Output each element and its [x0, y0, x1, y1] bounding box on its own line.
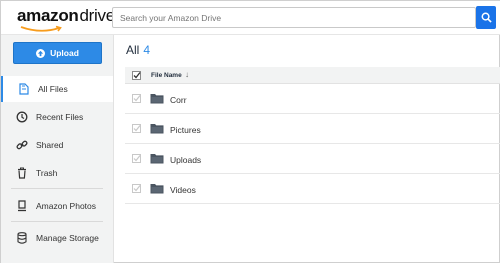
- file-name[interactable]: Uploads: [170, 155, 201, 165]
- file-icon: [18, 83, 30, 95]
- upload-button[interactable]: Upload: [13, 42, 102, 64]
- item-count: 4: [143, 43, 151, 57]
- table-row[interactable]: Pictures: [125, 114, 500, 144]
- logo-amazon-text: amazon: [17, 6, 79, 25]
- table-row[interactable]: Videos: [125, 174, 500, 204]
- row-checkbox[interactable]: [132, 94, 141, 105]
- checkbox-icon: [132, 184, 141, 193]
- sidebar-divider: [11, 188, 103, 189]
- folder-icon: [150, 123, 164, 136]
- amazon-smile-icon: [20, 25, 62, 32]
- checkbox-icon: [132, 71, 141, 80]
- search-icon: [481, 12, 492, 23]
- sidebar-item-recent-files[interactable]: Recent Files: [1, 104, 113, 130]
- upload-label: Upload: [50, 48, 79, 58]
- clock-icon: [16, 111, 28, 123]
- sidebar-item-shared[interactable]: Shared: [1, 132, 113, 158]
- select-all-checkbox[interactable]: [132, 71, 141, 82]
- checkbox-icon: [132, 94, 141, 103]
- search-input[interactable]: [112, 7, 476, 28]
- search-button[interactable]: [476, 6, 496, 29]
- link-icon: [16, 139, 28, 151]
- sidebar-item-label: Amazon Photos: [36, 201, 97, 211]
- logo-drive-text: drive: [79, 6, 116, 25]
- top-bar: amazondrive: [1, 1, 500, 35]
- file-name[interactable]: Pictures: [170, 125, 201, 135]
- sidebar-divider: [11, 221, 103, 222]
- folder-icon: [150, 183, 164, 196]
- sidebar-item-label: All Files: [38, 84, 68, 94]
- sidebar-item-label: Manage Storage: [36, 233, 99, 243]
- sidebar-item-label: Trash: [36, 168, 58, 178]
- folder-icon: [150, 93, 164, 106]
- sidebar-item-all-files[interactable]: All Files: [1, 76, 113, 102]
- page-title-text: All: [126, 43, 140, 57]
- file-name[interactable]: Corr: [170, 95, 187, 105]
- amazon-drive-logo[interactable]: amazondrive: [17, 6, 116, 32]
- checkbox-icon: [132, 154, 141, 163]
- table-row[interactable]: Corr: [125, 84, 500, 114]
- sidebar-item-label: Recent Files: [36, 112, 84, 122]
- table-row[interactable]: Uploads: [125, 144, 500, 174]
- sidebar-item-label: Shared: [36, 140, 64, 150]
- upload-icon: [36, 48, 46, 58]
- file-name[interactable]: Videos: [170, 185, 196, 195]
- row-checkbox[interactable]: [132, 184, 141, 195]
- sidebar-item-amazon-photos[interactable]: Amazon Photos: [1, 193, 113, 219]
- column-header-file-name[interactable]: File Name: [151, 72, 182, 79]
- file-table: File Name ↓ Corr Pictures Uploads Videos: [125, 67, 500, 204]
- folder-icon: [150, 153, 164, 166]
- page-title: All 4: [126, 43, 150, 57]
- row-checkbox[interactable]: [132, 124, 141, 135]
- trash-icon: [16, 167, 28, 179]
- photos-icon: [16, 200, 28, 212]
- sidebar-item-manage-storage[interactable]: Manage Storage: [1, 225, 113, 251]
- checkbox-icon: [132, 124, 141, 133]
- sidebar: Upload All Files Recent Files Shared Tra…: [1, 35, 114, 263]
- main-content: All 4 File Name ↓ Corr Pictures Uploads …: [114, 35, 500, 263]
- sort-arrow-icon[interactable]: ↓: [185, 70, 189, 79]
- table-header: File Name ↓: [125, 67, 500, 84]
- row-checkbox[interactable]: [132, 154, 141, 165]
- storage-icon: [16, 232, 28, 244]
- sidebar-item-trash[interactable]: Trash: [1, 160, 113, 186]
